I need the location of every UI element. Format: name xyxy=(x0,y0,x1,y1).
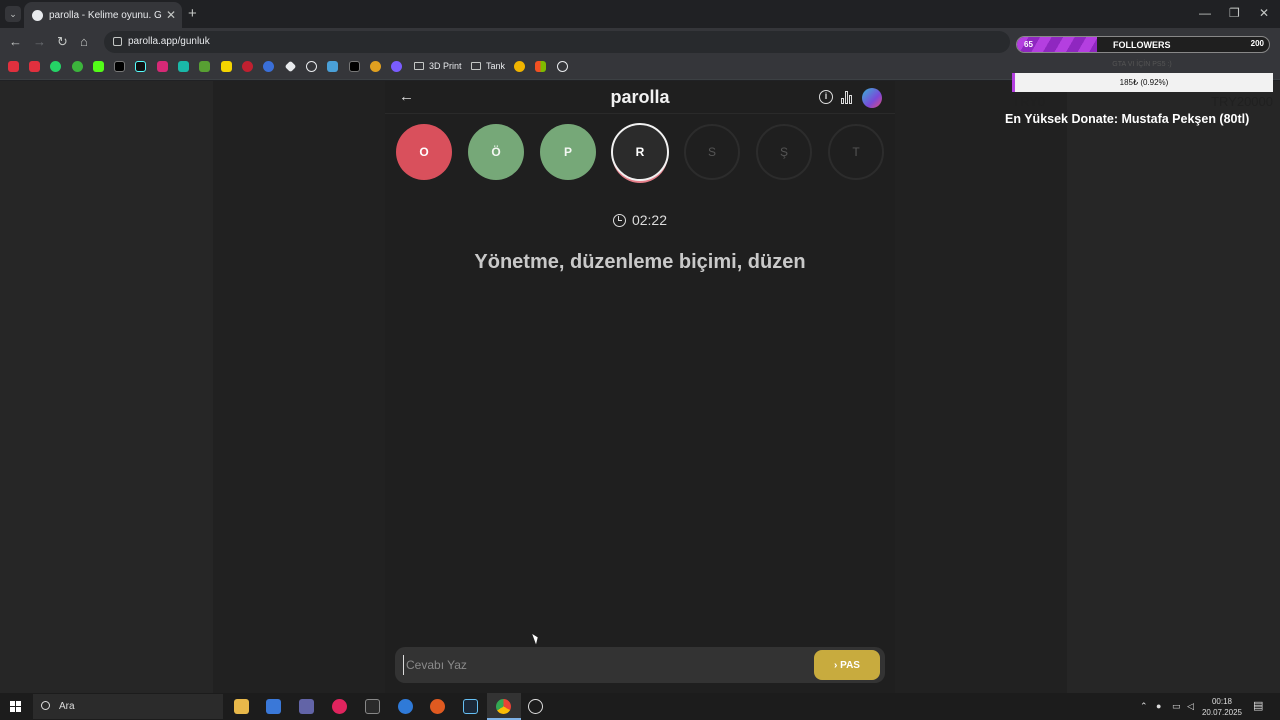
pass-button[interactable]: › PAS xyxy=(814,650,880,680)
bookmark-icon[interactable] xyxy=(306,61,317,72)
bookmark-icon[interactable] xyxy=(514,61,525,72)
tab-search-icon[interactable]: ⌄ xyxy=(5,6,21,22)
folder-icon xyxy=(471,62,481,70)
instagram-bookmark-icon[interactable] xyxy=(157,61,168,72)
letter-circle-t: T xyxy=(828,124,884,180)
app-icon[interactable] xyxy=(398,699,413,714)
network-icon[interactable]: ▭ xyxy=(1172,701,1181,712)
windows-start-icon[interactable] xyxy=(10,701,21,712)
letter-circle-o: O xyxy=(396,124,452,180)
bookmark-icon[interactable] xyxy=(284,60,297,73)
avatar[interactable] xyxy=(862,88,882,108)
address-bar[interactable]: parolla.app/gunluk xyxy=(104,31,1010,53)
parolla-app: ← parolla i O Ö P R S Ş T 02:22 Yönetme,… xyxy=(385,81,895,693)
letter-circle-p: P xyxy=(540,124,596,180)
show-hidden-icons-icon[interactable]: ⌃ xyxy=(1140,701,1148,712)
app-icon[interactable] xyxy=(430,699,445,714)
close-tab-icon[interactable]: ✕ xyxy=(166,8,176,22)
site-info-icon[interactable] xyxy=(113,37,122,46)
browser-tab-strip: ⌄ parolla - Kelime oyunu. Günlük ✕ + — ❐… xyxy=(0,0,1280,28)
letter-circle-sh: Ş xyxy=(756,124,812,180)
parolla-favicon-icon xyxy=(32,9,43,21)
x-bookmark-icon[interactable] xyxy=(114,61,125,72)
whatsapp-bookmark-icon[interactable] xyxy=(50,61,61,72)
teams-icon[interactable] xyxy=(299,699,314,714)
store-icon[interactable] xyxy=(266,699,281,714)
donate-min: TRY0 xyxy=(1012,94,1045,109)
bookmark-icon[interactable] xyxy=(391,61,402,72)
taskbar-search[interactable]: Ara xyxy=(33,694,223,719)
donate-progress-bar: 185₺ (0.92%) xyxy=(1012,73,1273,92)
file-explorer-icon[interactable] xyxy=(234,699,249,714)
back-arrow-icon[interactable]: ← xyxy=(9,34,22,49)
microsoft-bookmark-icon[interactable] xyxy=(535,61,546,72)
tiktok-bookmark-icon[interactable] xyxy=(135,61,146,72)
chart-bookmark-icon[interactable] xyxy=(327,61,338,72)
reload-icon[interactable]: ↻ xyxy=(57,34,68,50)
tab-title: parolla - Kelime oyunu. Günlük xyxy=(49,9,162,21)
answer-bar: › PAS xyxy=(395,647,885,683)
browser-tab[interactable]: parolla - Kelime oyunu. Günlük ✕ xyxy=(24,2,182,28)
chrome-icon[interactable] xyxy=(487,699,521,720)
followers-goal-bar: 65 FOLLOWERS 200 xyxy=(1016,36,1270,53)
kick-bookmark-icon[interactable] xyxy=(93,61,104,72)
donate-progress-text: 185₺ (0.92%) xyxy=(1119,78,1169,87)
followers-goal: 200 xyxy=(1250,39,1264,48)
epic-games-icon[interactable] xyxy=(365,699,380,714)
top-donate-text: En Yüksek Donate: Mustafa Pekşen (80tl) xyxy=(1005,112,1250,126)
folder-icon xyxy=(414,62,424,70)
app-header: ← parolla i xyxy=(385,81,895,114)
forward-arrow-icon[interactable]: → xyxy=(33,34,46,49)
letter-circle-r-active: R xyxy=(611,123,669,181)
media-player-icon[interactable] xyxy=(332,699,347,714)
globe-bookmark-icon[interactable] xyxy=(557,61,568,72)
followers-current: 65 xyxy=(1024,40,1033,49)
window-close-icon[interactable]: ✕ xyxy=(1259,6,1269,20)
bookmark-icon[interactable] xyxy=(370,61,381,72)
followers-label: FOLLOWERS xyxy=(1113,40,1171,50)
bookmark-icon[interactable] xyxy=(221,61,232,72)
check-bookmark-icon[interactable] xyxy=(72,61,83,72)
question-text: Yönetme, düzenleme biçimi, düzen xyxy=(474,251,806,273)
youtube-bookmark-icon[interactable] xyxy=(8,61,19,72)
minimize-icon[interactable]: — xyxy=(1199,6,1211,20)
right-side-panel xyxy=(1067,81,1280,693)
windows-taskbar: Ara ⌃ ● ▭ ◁ 00:18 20.07.2025 ▤ xyxy=(0,693,1280,720)
taskbar-clock[interactable]: 00:18 20.07.2025 xyxy=(1199,696,1245,718)
bookmark-icon[interactable] xyxy=(199,61,210,72)
new-tab-icon[interactable]: + xyxy=(188,5,197,22)
notification-icon[interactable]: ▤ xyxy=(1253,699,1263,712)
search-icon xyxy=(41,701,50,710)
answer-input[interactable] xyxy=(403,655,803,675)
tradingview-bookmark-icon[interactable] xyxy=(349,61,360,72)
clock-date: 20.07.2025 xyxy=(1201,708,1243,717)
chevron-right-icon: › xyxy=(834,659,838,671)
obs-icon[interactable] xyxy=(528,699,543,714)
bookmark-icon[interactable] xyxy=(242,61,253,72)
restore-icon[interactable]: ❐ xyxy=(1229,6,1240,20)
donate-max: TRY20000 xyxy=(1211,94,1273,109)
stats-icon[interactable] xyxy=(841,90,854,104)
page-content: ← parolla i O Ö P R S Ş T 02:22 Yönetme,… xyxy=(0,81,1280,693)
bookmark-folder-3d-print[interactable]: 3D Print xyxy=(414,61,462,71)
left-side-panel xyxy=(0,81,213,693)
volume-icon[interactable]: ◁ xyxy=(1187,701,1194,712)
home-icon[interactable]: ⌂ xyxy=(80,34,88,49)
steam-icon[interactable] xyxy=(463,699,478,714)
timer-text: 02:22 xyxy=(631,212,668,228)
microphone-icon[interactable]: ● xyxy=(1156,701,1161,711)
clock-time: 00:18 xyxy=(1211,697,1233,706)
donate-goal-title: GTA VI İÇİN PS5 :) xyxy=(1112,61,1172,68)
url-text: parolla.app/gunluk xyxy=(128,36,210,47)
letter-circle-s: S xyxy=(684,124,740,180)
info-icon[interactable]: i xyxy=(819,90,833,104)
bookmark-icon[interactable] xyxy=(263,61,274,72)
countdown-timer: 02:22 xyxy=(385,212,895,228)
letter-circle-oe: Ö xyxy=(468,124,524,180)
bookmark-folder-tank[interactable]: Tank xyxy=(471,61,505,71)
bookmark-icon[interactable] xyxy=(178,61,189,72)
youtube-bookmark-icon[interactable] xyxy=(29,61,40,72)
clock-icon xyxy=(612,214,626,227)
